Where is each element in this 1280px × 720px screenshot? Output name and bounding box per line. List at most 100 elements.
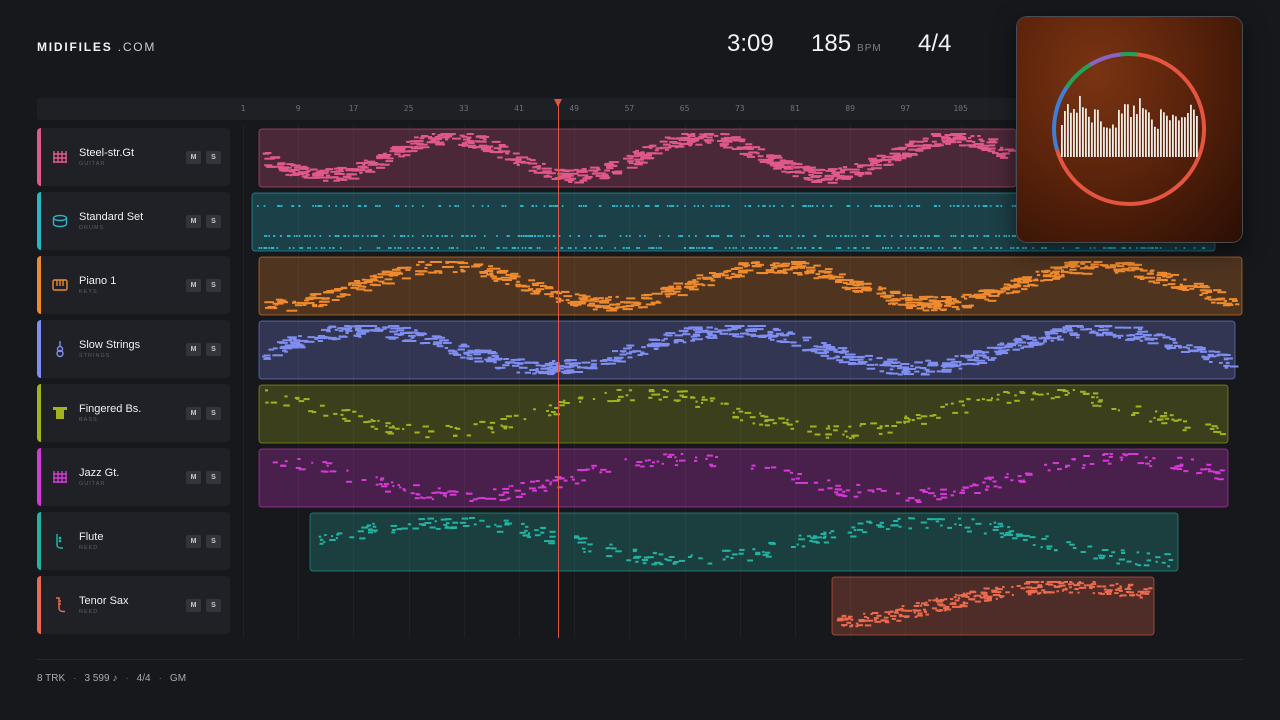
midi-note bbox=[878, 287, 887, 290]
track-header[interactable]: Slow Strings STRINGS M S bbox=[37, 320, 230, 378]
midi-note bbox=[357, 235, 359, 237]
track-header[interactable]: Jazz Gt. GUITAR M S bbox=[37, 448, 230, 506]
midi-note bbox=[312, 305, 318, 308]
midi-note bbox=[928, 599, 932, 602]
midi-note bbox=[541, 167, 552, 170]
midi-note bbox=[976, 235, 979, 237]
solo-button[interactable]: S bbox=[206, 151, 221, 164]
midi-note bbox=[653, 348, 659, 350]
midi-note bbox=[334, 235, 337, 237]
solo-button[interactable]: S bbox=[206, 407, 221, 420]
mute-button[interactable]: M bbox=[186, 151, 201, 164]
midi-note bbox=[395, 205, 398, 207]
midi-note bbox=[713, 275, 721, 278]
midi-note bbox=[581, 479, 586, 482]
midi-note bbox=[996, 247, 998, 249]
midi-note bbox=[329, 539, 336, 541]
solo-button[interactable]: S bbox=[206, 535, 221, 548]
playhead[interactable] bbox=[558, 104, 559, 638]
midi-clip[interactable] bbox=[831, 576, 1155, 636]
midi-note bbox=[636, 301, 640, 304]
midi-clip[interactable] bbox=[258, 384, 1229, 444]
solo-button[interactable]: S bbox=[206, 279, 221, 292]
midi-note bbox=[952, 603, 957, 606]
midi-clip[interactable] bbox=[258, 320, 1239, 380]
midi-note bbox=[408, 334, 416, 337]
midi-note bbox=[733, 139, 743, 142]
midi-note bbox=[532, 361, 539, 364]
midi-note bbox=[790, 546, 796, 548]
midi-note bbox=[828, 235, 830, 237]
midi-note bbox=[500, 418, 507, 420]
midi-note bbox=[932, 607, 937, 610]
midi-note bbox=[763, 235, 765, 237]
midi-note bbox=[624, 301, 632, 304]
solo-button[interactable]: S bbox=[206, 471, 221, 484]
midi-clip[interactable] bbox=[258, 448, 1229, 508]
track-header[interactable]: Steel-str.Gt GUITAR M S bbox=[37, 128, 230, 186]
brand-logo[interactable]: MIDIFILES .COM bbox=[37, 40, 156, 54]
mute-button[interactable]: M bbox=[186, 215, 201, 228]
midi-note bbox=[280, 345, 288, 348]
midi-note bbox=[911, 205, 913, 207]
midi-note bbox=[905, 499, 910, 502]
midi-note bbox=[568, 181, 573, 183]
mute-button[interactable]: M bbox=[186, 407, 201, 420]
midi-note bbox=[941, 309, 946, 312]
midi-note bbox=[374, 235, 377, 237]
midi-note bbox=[718, 205, 720, 207]
midi-note bbox=[803, 177, 810, 179]
track-header[interactable]: Tenor Sax REED M S bbox=[37, 576, 230, 634]
midi-note bbox=[684, 247, 686, 249]
spectrum-bar bbox=[1163, 112, 1165, 157]
midi-note bbox=[782, 268, 793, 271]
midi-note bbox=[870, 205, 872, 207]
solo-button[interactable]: S bbox=[206, 215, 221, 228]
midi-note bbox=[751, 247, 753, 249]
midi-note bbox=[479, 420, 486, 423]
midi-note bbox=[933, 235, 936, 237]
midi-note bbox=[1168, 559, 1174, 561]
mute-button[interactable]: M bbox=[186, 535, 201, 548]
track-header[interactable]: Piano 1 KEYS M S bbox=[37, 256, 230, 314]
midi-note bbox=[349, 536, 355, 539]
midi-note bbox=[319, 404, 325, 407]
mute-button[interactable]: M bbox=[186, 343, 201, 356]
spectrum-bar bbox=[1136, 114, 1138, 157]
midi-note bbox=[695, 235, 697, 237]
midi-note bbox=[811, 348, 818, 351]
midi-note bbox=[801, 235, 804, 237]
midi-note bbox=[683, 327, 691, 330]
midi-note bbox=[342, 335, 346, 338]
mute-button[interactable]: M bbox=[186, 279, 201, 292]
midi-note bbox=[846, 435, 849, 438]
mute-button[interactable]: M bbox=[186, 471, 201, 484]
midi-note bbox=[723, 205, 725, 207]
midi-note bbox=[1002, 586, 1005, 588]
midi-note bbox=[370, 329, 379, 332]
midi-note bbox=[842, 282, 848, 284]
midi-note bbox=[614, 247, 616, 249]
solo-button[interactable]: S bbox=[206, 599, 221, 612]
ruler-tick: 105 bbox=[953, 104, 968, 113]
mute-button[interactable]: M bbox=[186, 599, 201, 612]
track-header[interactable]: Flute REED M S bbox=[37, 512, 230, 570]
midi-note bbox=[795, 166, 806, 169]
midi-note bbox=[262, 152, 267, 155]
midi-note bbox=[1176, 287, 1187, 290]
midi-clip[interactable] bbox=[309, 512, 1179, 572]
midi-note bbox=[491, 277, 502, 280]
midi-note bbox=[732, 247, 735, 249]
midi-note bbox=[1117, 336, 1121, 339]
midi-note bbox=[1213, 289, 1222, 292]
solo-button[interactable]: S bbox=[206, 343, 221, 356]
midi-note bbox=[298, 205, 300, 207]
midi-note bbox=[1118, 558, 1125, 561]
midi-clip[interactable] bbox=[258, 256, 1243, 316]
track-header[interactable]: Standard Set DRUMS M S bbox=[37, 192, 230, 250]
midi-clip[interactable] bbox=[258, 128, 1017, 188]
midi-note bbox=[1092, 581, 1096, 583]
midi-note bbox=[854, 280, 864, 283]
track-header[interactable]: Fingered Bs. BASS M S bbox=[37, 384, 230, 442]
midi-note bbox=[1069, 543, 1075, 546]
